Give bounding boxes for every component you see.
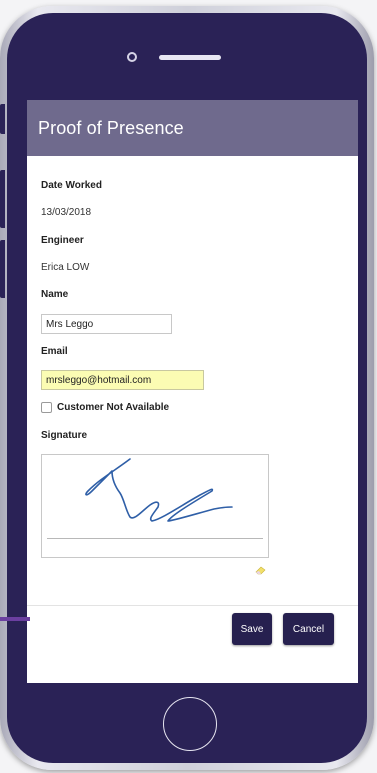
- accent-bar: [0, 617, 30, 621]
- customer-not-available-label[interactable]: Customer Not Available: [57, 402, 169, 413]
- date-worked-value: 13/03/2018: [41, 207, 92, 218]
- signature-label: Signature: [41, 430, 88, 441]
- phone-mockup: Proof of Presence Date Worked 13/03/2018…: [0, 0, 377, 773]
- app-screen: Proof of Presence Date Worked 13/03/2018…: [27, 100, 358, 683]
- name-label: Name: [41, 289, 69, 300]
- email-input[interactable]: mrsleggo@hotmail.com: [41, 370, 204, 390]
- date-worked-label: Date Worked: [41, 180, 102, 191]
- save-button[interactable]: Save: [232, 613, 272, 645]
- signature-strokes: [85, 458, 233, 522]
- home-button-icon[interactable]: [163, 697, 217, 751]
- speaker-icon: [159, 54, 221, 60]
- engineer-value: Erica LOW: [41, 262, 90, 273]
- phone-top-bezel: [127, 52, 221, 62]
- email-label: Email: [41, 346, 68, 357]
- side-button-volume-up: [0, 170, 5, 228]
- signature-baseline: [47, 538, 263, 539]
- side-button-volume-down: [0, 240, 5, 298]
- eraser-icon[interactable]: [255, 562, 267, 580]
- page-title: Proof of Presence: [27, 100, 358, 156]
- customer-not-available-checkbox[interactable]: [41, 402, 52, 413]
- cancel-button[interactable]: Cancel: [283, 613, 334, 645]
- side-button-mute: [0, 104, 5, 134]
- engineer-label: Engineer: [41, 235, 84, 246]
- actions-divider: [27, 605, 358, 606]
- camera-icon: [127, 52, 137, 62]
- name-input[interactable]: Mrs Leggo: [41, 314, 172, 334]
- signature-pad[interactable]: [41, 454, 269, 558]
